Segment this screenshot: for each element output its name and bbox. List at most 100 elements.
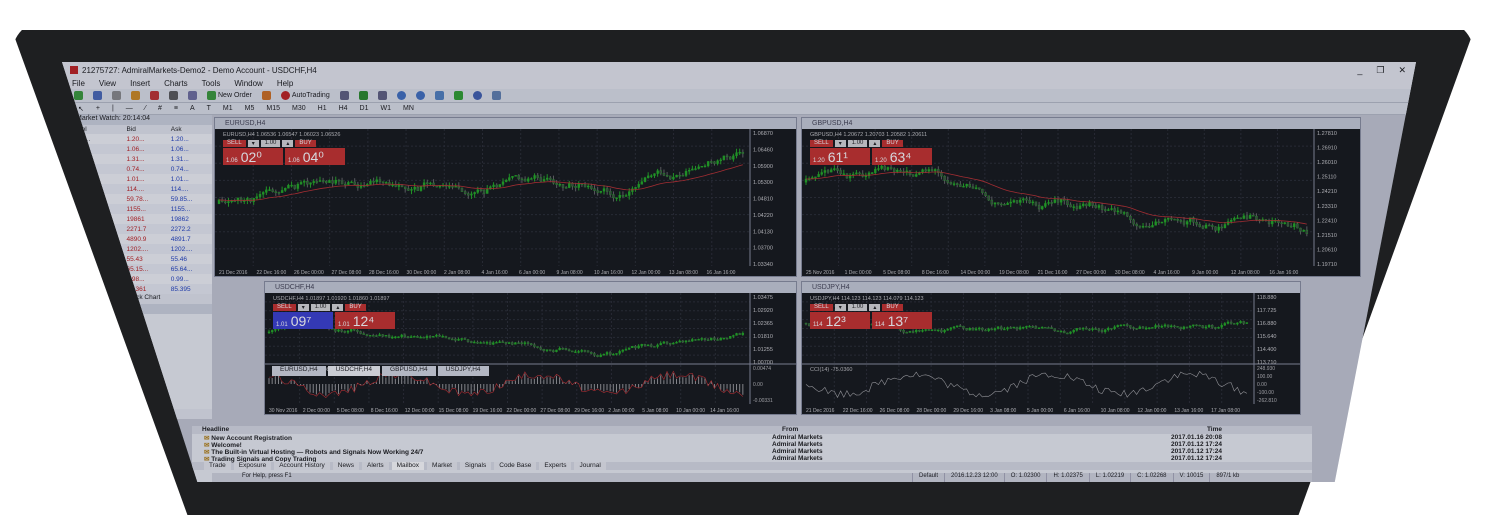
menu-charts[interactable]: Charts	[164, 79, 188, 88]
market-watch-row[interactable]: BRENT55.4355.46	[62, 254, 212, 264]
candlestick-button[interactable]	[357, 90, 370, 101]
terminal-tab-signals[interactable]: Signals	[459, 462, 492, 470]
zoom-in-button[interactable]	[395, 90, 408, 101]
terminal-tab-trade[interactable]: Trade	[204, 462, 231, 470]
buy-price-tile[interactable]: 1.06 04⁰	[285, 148, 345, 165]
buy-button[interactable]: BUY	[295, 140, 316, 147]
line-chart-button[interactable]	[376, 90, 389, 101]
vertical-line-tool[interactable]: |	[110, 105, 116, 112]
terminal-tab-experts[interactable]: Experts	[539, 462, 572, 470]
col-ask[interactable]: Ask	[167, 125, 212, 134]
periods-button[interactable]	[471, 90, 484, 101]
market-watch-row[interactable]: AUD...0.98...0.99...	[62, 274, 212, 284]
lot-increase-button[interactable]: ▴	[332, 304, 344, 311]
data-window-button[interactable]	[129, 90, 142, 101]
channel-tool[interactable]: #	[156, 105, 164, 112]
tf-m15[interactable]: M15	[264, 105, 282, 112]
zoom-out-button[interactable]	[414, 90, 427, 101]
close-button[interactable]: ✕	[1398, 65, 1406, 76]
lot-increase-button[interactable]: ▴	[282, 140, 294, 147]
profiles-button[interactable]	[91, 90, 104, 101]
market-watch-button[interactable]	[110, 90, 123, 101]
navigator-button[interactable]	[148, 90, 161, 101]
market-watch-row[interactable]: [CAC...4890.94891.7	[62, 234, 212, 244]
tile-windows-button[interactable]	[433, 90, 446, 101]
market-watch-row[interactable]: GOLD1202....1202....	[62, 244, 212, 254]
text-tool[interactable]: A	[188, 105, 197, 112]
market-watch-row[interactable]: AUD...85.36185.395	[62, 284, 212, 294]
terminal-tab-mailbox[interactable]: Mailbox	[391, 462, 425, 470]
terminal-tab-exposure[interactable]: Exposure	[233, 462, 272, 470]
label-tool[interactable]: T	[205, 105, 213, 112]
tab-common[interactable]: Common	[102, 409, 128, 419]
lot-size-input[interactable]: 1.00	[260, 140, 281, 147]
horizontal-line-tool[interactable]: —	[124, 105, 135, 112]
tf-mn[interactable]: MN	[401, 105, 416, 112]
chart-window-usdjpy[interactable]: USDJPY,H4 CCI(14) -75.0360 248.930 100.00 0.…	[801, 281, 1301, 415]
crosshair-tool[interactable]: +	[94, 105, 102, 112]
tf-h1[interactable]: H1	[316, 105, 329, 112]
fibonacci-tool[interactable]: ≡	[172, 105, 180, 112]
terminal-tab-account-history[interactable]: Account History	[274, 462, 330, 470]
bar-chart-button[interactable]	[338, 90, 351, 101]
market-watch-row[interactable]: EUR...65.15...65.64...	[62, 264, 212, 274]
sell-price-tile[interactable]: 1.01 09⁷	[273, 312, 333, 329]
sell-button[interactable]: SELL	[223, 140, 246, 147]
sell-price-tile[interactable]: 114 12³	[810, 312, 870, 329]
terminal-tab-code-base[interactable]: Code Base	[494, 462, 537, 470]
indicators-button[interactable]	[452, 90, 465, 101]
templates-button[interactable]	[490, 90, 503, 101]
lot-size-input[interactable]: 1.00	[847, 140, 868, 147]
tf-w1[interactable]: W1	[379, 105, 394, 112]
chart-window-eurusd[interactable]: EURUSD,H4 1.06870 1.06460 1.05900 1.05300 1.0…	[214, 117, 797, 277]
buy-price-tile[interactable]: 114 13⁷	[872, 312, 932, 329]
buy-button[interactable]: BUY	[882, 304, 903, 311]
tf-d1[interactable]: D1	[358, 105, 371, 112]
sell-price-tile[interactable]: 1.06 02⁰	[223, 148, 283, 165]
chart-tab-eurusd[interactable]: EURUSD,H4	[272, 366, 326, 376]
chart-window-gbpusd[interactable]: GBPUSD,H4 1.27810 1.26910 1.26010 1.25110 1.2…	[801, 117, 1361, 277]
tf-m5[interactable]: M5	[243, 105, 257, 112]
chart-tab-gbpusd[interactable]: GBPUSD,H4	[382, 366, 436, 376]
col-bid[interactable]: Bid	[123, 125, 168, 134]
terminal-tab-news[interactable]: News	[332, 462, 360, 470]
minimize-button[interactable]: _	[1357, 65, 1362, 76]
menu-insert[interactable]: Insert	[130, 79, 150, 88]
trendline-tool[interactable]: ⁄	[143, 105, 148, 112]
restore-button[interactable]: ❐	[1376, 65, 1384, 76]
sell-button[interactable]: SELL	[810, 304, 833, 311]
chart-tab-usdchf[interactable]: USDCHF,H4	[327, 366, 381, 376]
sell-price-tile[interactable]: 1.20 61¹	[810, 148, 870, 165]
auto-trading-button[interactable]: AutoTrading	[279, 90, 332, 101]
terminal-tab-market[interactable]: Market	[427, 462, 457, 470]
col-from[interactable]: From	[772, 426, 1162, 434]
news-row[interactable]: Trading Signals and Copy TradingAdmiral …	[192, 455, 1312, 463]
menu-tools[interactable]: Tools	[202, 79, 221, 88]
sell-button[interactable]: SELL	[273, 304, 296, 311]
lot-decrease-button[interactable]: ▾	[834, 304, 846, 311]
lot-decrease-button[interactable]: ▾	[247, 140, 259, 147]
terminal-tab-journal[interactable]: Journal	[574, 462, 606, 470]
lot-size-input[interactable]: 1.00	[310, 304, 331, 311]
tf-m30[interactable]: M30	[290, 105, 308, 112]
tf-m1[interactable]: M1	[221, 105, 235, 112]
terminal-button[interactable]	[167, 90, 180, 101]
menu-help[interactable]: Help	[277, 79, 293, 88]
strategy-tester-button[interactable]	[186, 90, 199, 101]
buy-price-tile[interactable]: 1.01 12⁴	[335, 312, 395, 329]
sell-button[interactable]: SELL	[810, 140, 833, 147]
buy-button[interactable]: BUY	[345, 304, 366, 311]
lot-decrease-button[interactable]: ▾	[834, 140, 846, 147]
lot-size-input[interactable]: 1.00	[847, 304, 868, 311]
buy-price-tile[interactable]: 1.20 63⁴	[872, 148, 932, 165]
lot-decrease-button[interactable]: ▾	[297, 304, 309, 311]
new-order-button[interactable]: New Order	[205, 90, 254, 101]
menu-view[interactable]: View	[99, 79, 116, 88]
menu-file[interactable]: File	[72, 79, 85, 88]
menu-window[interactable]: Window	[234, 79, 262, 88]
metaeditor-button[interactable]	[260, 90, 273, 101]
col-time[interactable]: Time	[1162, 426, 1222, 434]
chart-window-usdchf[interactable]: USDCHF,H4MACD(12,26,9) 0.00085 0.000890.…	[264, 281, 797, 415]
lot-increase-button[interactable]: ▴	[869, 304, 881, 311]
tf-h4[interactable]: H4	[337, 105, 350, 112]
